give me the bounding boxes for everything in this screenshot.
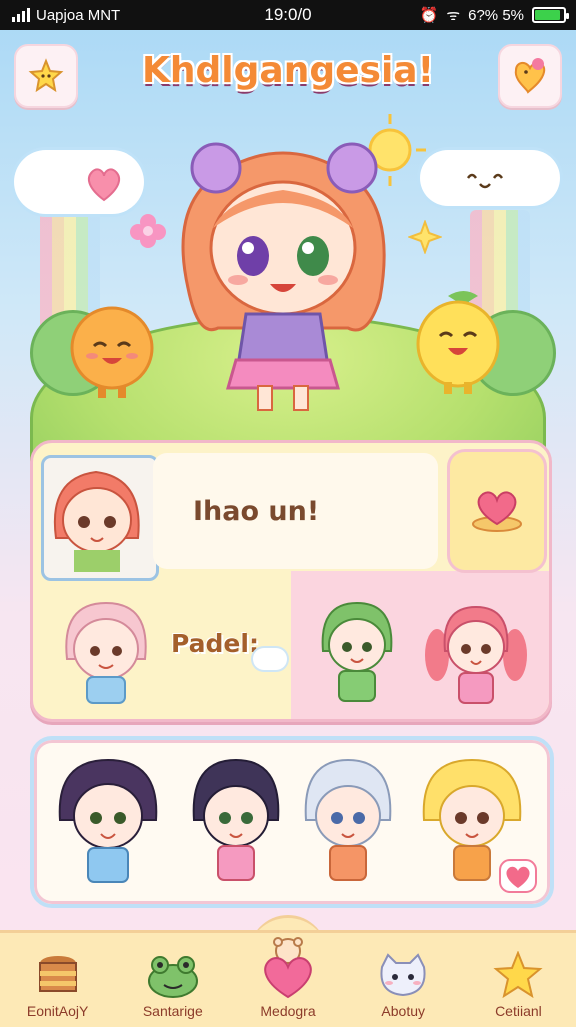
small-heart-icon xyxy=(499,859,537,893)
tab-label: Cetiianl xyxy=(495,1003,542,1019)
small-cloud xyxy=(253,648,287,670)
sparkle-star-button[interactable] xyxy=(14,44,78,108)
avatar-portrait[interactable] xyxy=(41,455,159,581)
wifi-icon: ᯤ xyxy=(446,7,461,24)
main-girl-character xyxy=(181,142,386,411)
message-text: Ihao un! xyxy=(193,495,320,527)
message-bubble: Ihao un! xyxy=(153,453,438,569)
character-pink-hair xyxy=(65,601,147,704)
hero-scene xyxy=(0,110,576,521)
heart-bird-button[interactable] xyxy=(498,44,562,108)
alarm-icon: ⏰ xyxy=(419,7,439,24)
heart-action-button[interactable] xyxy=(447,449,547,573)
heart-icon xyxy=(472,491,522,532)
tab-1[interactable]: Santarige xyxy=(115,933,230,1027)
tab-2[interactable]: Medogra xyxy=(230,915,345,1027)
cloud-face-icon xyxy=(466,173,504,189)
battery-text: 6?% 5% xyxy=(468,6,524,24)
character-pink-twintails xyxy=(425,605,527,704)
orange-fluff-character xyxy=(70,306,154,398)
battery-icon xyxy=(532,7,569,23)
tab-label: Abotuy xyxy=(381,1003,425,1019)
tab-0[interactable]: EonitAojY xyxy=(0,933,115,1027)
tab-label: Medogra xyxy=(260,1003,316,1019)
character-silver-hair[interactable] xyxy=(296,750,400,890)
cake-icon xyxy=(38,956,77,992)
bottom-tab-bar: EonitAojY Santarige Medogra Abotuy Cetii… xyxy=(0,915,576,1027)
card-label: Padel: xyxy=(171,629,259,658)
page-title: Khdlgangesia! xyxy=(142,50,434,91)
character-green-hair xyxy=(321,601,393,702)
tab-4[interactable]: Cetiianl xyxy=(461,933,576,1027)
tab-label: Santarige xyxy=(142,1003,203,1019)
cloud-left xyxy=(14,150,144,214)
star-icon xyxy=(493,951,543,999)
character-dark-hair-blue[interactable] xyxy=(50,750,166,890)
heart-bear-icon xyxy=(264,937,312,999)
status-bar: Uapjoa MNT 19:0/0 ⏰ ᯤ 6?% 5% xyxy=(0,0,576,30)
sparkle-star-icon xyxy=(28,58,64,93)
avatar-girl-red xyxy=(53,470,140,572)
cat-face-icon xyxy=(380,953,426,997)
character-dark-hair-pink[interactable] xyxy=(184,750,288,890)
chat-card: Ihao un! Padel: xyxy=(30,440,552,722)
clock: 19:0/0 xyxy=(264,5,312,24)
frog-icon xyxy=(147,956,198,998)
tab-3[interactable]: Abotuy xyxy=(346,933,461,1027)
tab-label: EonitAojY xyxy=(26,1003,89,1019)
heart-bird-icon xyxy=(514,58,546,94)
star-sparkle-icon xyxy=(408,220,442,254)
pink-heart-icon xyxy=(87,168,121,202)
character-row xyxy=(30,736,554,908)
lemon-character xyxy=(416,291,500,394)
